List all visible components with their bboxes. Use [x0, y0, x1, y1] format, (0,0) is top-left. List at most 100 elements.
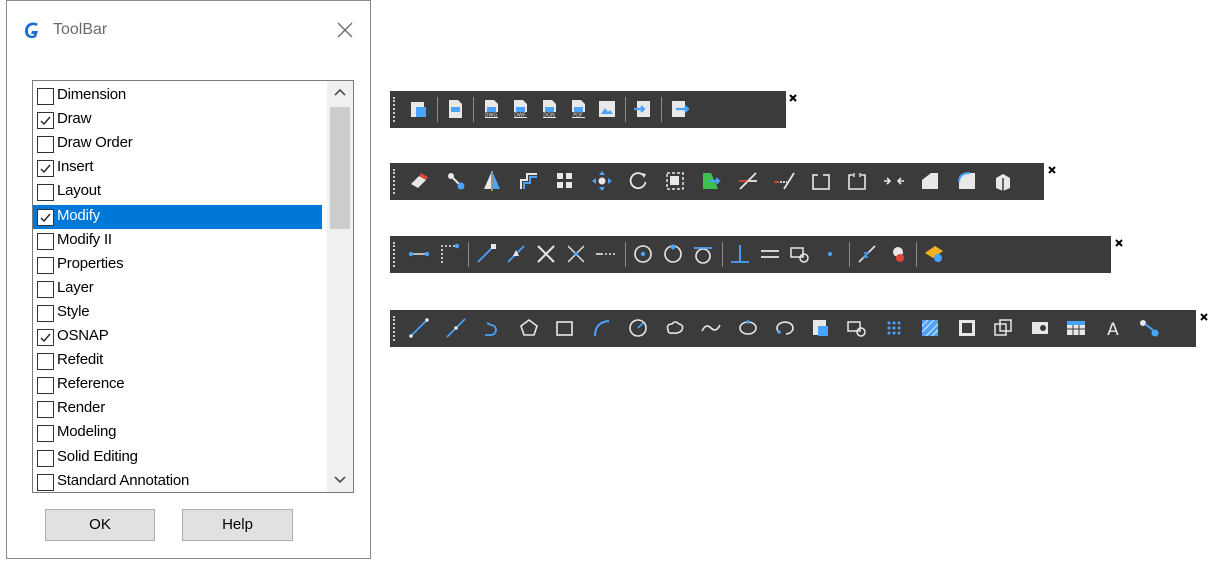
copy-icon[interactable] — [443, 168, 469, 194]
list-item[interactable]: Modify II — [33, 229, 322, 253]
close-toolbar-button[interactable] — [1112, 236, 1126, 273]
snap-from-icon[interactable] — [436, 241, 462, 267]
array-icon[interactable] — [552, 168, 578, 194]
list-item[interactable]: Dimension — [33, 84, 322, 108]
rotate-icon[interactable] — [625, 168, 651, 194]
erase-icon[interactable] — [406, 168, 432, 194]
scroll-up-icon[interactable] — [327, 81, 353, 105]
arc-icon[interactable] — [589, 315, 615, 341]
toolbar-grip[interactable] — [393, 242, 398, 267]
close-toolbar-button[interactable] — [1045, 163, 1059, 200]
checkbox[interactable] — [37, 88, 54, 105]
polyline-icon[interactable] — [479, 315, 505, 341]
list-item[interactable]: Draw — [33, 108, 322, 132]
extension-icon[interactable] — [593, 241, 619, 267]
parallel-icon[interactable] — [757, 241, 783, 267]
revcloud-icon[interactable] — [662, 315, 688, 341]
toolbar-grip[interactable] — [393, 169, 398, 194]
checkbox[interactable] — [37, 329, 54, 346]
point-icon[interactable] — [881, 315, 907, 341]
toolbar-list[interactable]: Dimension Draw Draw Order Insert Layout Modif… — [32, 80, 354, 493]
checkbox[interactable] — [37, 280, 54, 298]
break-at-point-icon[interactable] — [808, 168, 834, 194]
list-item[interactable]: Layer — [33, 277, 322, 301]
temp-track-icon[interactable] — [406, 241, 432, 267]
block-insert-icon[interactable] — [406, 96, 432, 122]
apparent-intersection-icon[interactable] — [563, 241, 589, 267]
attach-dgn-icon[interactable]: DGN — [536, 96, 562, 122]
checkbox[interactable] — [37, 256, 54, 274]
spline-icon[interactable] — [698, 315, 724, 341]
list-item[interactable]: Layout — [33, 180, 322, 204]
list-item[interactable]: Properties — [33, 253, 322, 277]
checkbox[interactable] — [37, 112, 54, 130]
list-item[interactable]: Reference — [33, 373, 322, 397]
attach-image-icon[interactable] — [594, 96, 620, 122]
list-item[interactable]: OSNAP — [33, 325, 322, 349]
vertical-scrollbar[interactable] — [327, 81, 353, 492]
fillet-icon[interactable] — [954, 168, 980, 194]
checkbox[interactable] — [37, 425, 54, 443]
list-item[interactable]: Draw Order — [33, 132, 322, 156]
circle-icon[interactable] — [625, 315, 651, 341]
tangent-icon[interactable] — [690, 241, 716, 267]
toolbar-grip[interactable] — [393, 97, 398, 122]
gradient-icon[interactable] — [954, 315, 980, 341]
node-icon[interactable] — [817, 241, 843, 267]
import-icon[interactable] — [630, 96, 656, 122]
insertion-icon[interactable] — [787, 241, 813, 267]
midpoint-icon[interactable] — [503, 241, 529, 267]
insert-block-icon[interactable] — [808, 315, 834, 341]
wipeout-icon[interactable] — [1027, 315, 1053, 341]
line-icon[interactable] — [406, 315, 432, 341]
ellipse-arc-icon[interactable] — [771, 315, 797, 341]
endpoint-icon[interactable] — [473, 241, 499, 267]
xline-icon[interactable] — [443, 315, 469, 341]
move-icon[interactable] — [589, 168, 615, 194]
list-item[interactable]: Insert — [33, 156, 322, 180]
stretch-icon[interactable] — [698, 168, 724, 194]
trim-icon[interactable] — [735, 168, 761, 194]
checkbox[interactable] — [37, 184, 54, 202]
quadrant-icon[interactable] — [660, 241, 686, 267]
attach-pdf-icon[interactable]: PDF — [565, 96, 591, 122]
close-icon[interactable] — [330, 15, 360, 45]
list-item[interactable]: Refedit — [33, 349, 322, 373]
extend-icon[interactable] — [771, 168, 797, 194]
list-item[interactable]: Modeling — [33, 421, 322, 445]
break-icon[interactable] — [844, 168, 870, 194]
close-toolbar-button[interactable] — [1197, 310, 1211, 347]
mtext-icon[interactable]: A — [1100, 315, 1126, 341]
region-icon[interactable] — [990, 315, 1016, 341]
none-icon[interactable] — [884, 241, 910, 267]
mirror-icon[interactable] — [479, 168, 505, 194]
intersection-icon[interactable] — [533, 241, 559, 267]
toolbar-grip[interactable] — [393, 316, 398, 341]
checkbox[interactable] — [37, 136, 54, 154]
checkbox[interactable] — [37, 304, 54, 322]
checkbox[interactable] — [37, 473, 54, 491]
polygon-icon[interactable] — [516, 315, 542, 341]
checkbox[interactable] — [37, 449, 54, 467]
chamfer-icon[interactable] — [917, 168, 943, 194]
list-item[interactable]: Style — [33, 301, 322, 325]
list-item[interactable]: Modify — [33, 204, 322, 229]
scroll-down-icon[interactable] — [327, 468, 353, 492]
offset-icon[interactable] — [516, 168, 542, 194]
add-selected-icon[interactable] — [1136, 315, 1162, 341]
scale-icon[interactable] — [662, 168, 688, 194]
checkbox[interactable] — [37, 160, 54, 178]
rectangle-icon[interactable] — [552, 315, 578, 341]
attach-xref-icon[interactable] — [442, 96, 468, 122]
checkbox[interactable] — [37, 353, 54, 371]
checkbox[interactable] — [37, 377, 54, 395]
ellipse-icon[interactable] — [735, 315, 761, 341]
checkbox[interactable] — [37, 208, 54, 226]
explode-icon[interactable] — [990, 168, 1016, 194]
osnap-settings-icon[interactable] — [921, 241, 947, 267]
nearest-icon[interactable] — [854, 241, 880, 267]
dialog-titlebar[interactable]: ToolBar — [7, 1, 370, 61]
list-item[interactable]: Standard Annotation — [33, 470, 322, 492]
checkbox[interactable] — [37, 401, 54, 419]
checkbox[interactable] — [37, 232, 54, 250]
